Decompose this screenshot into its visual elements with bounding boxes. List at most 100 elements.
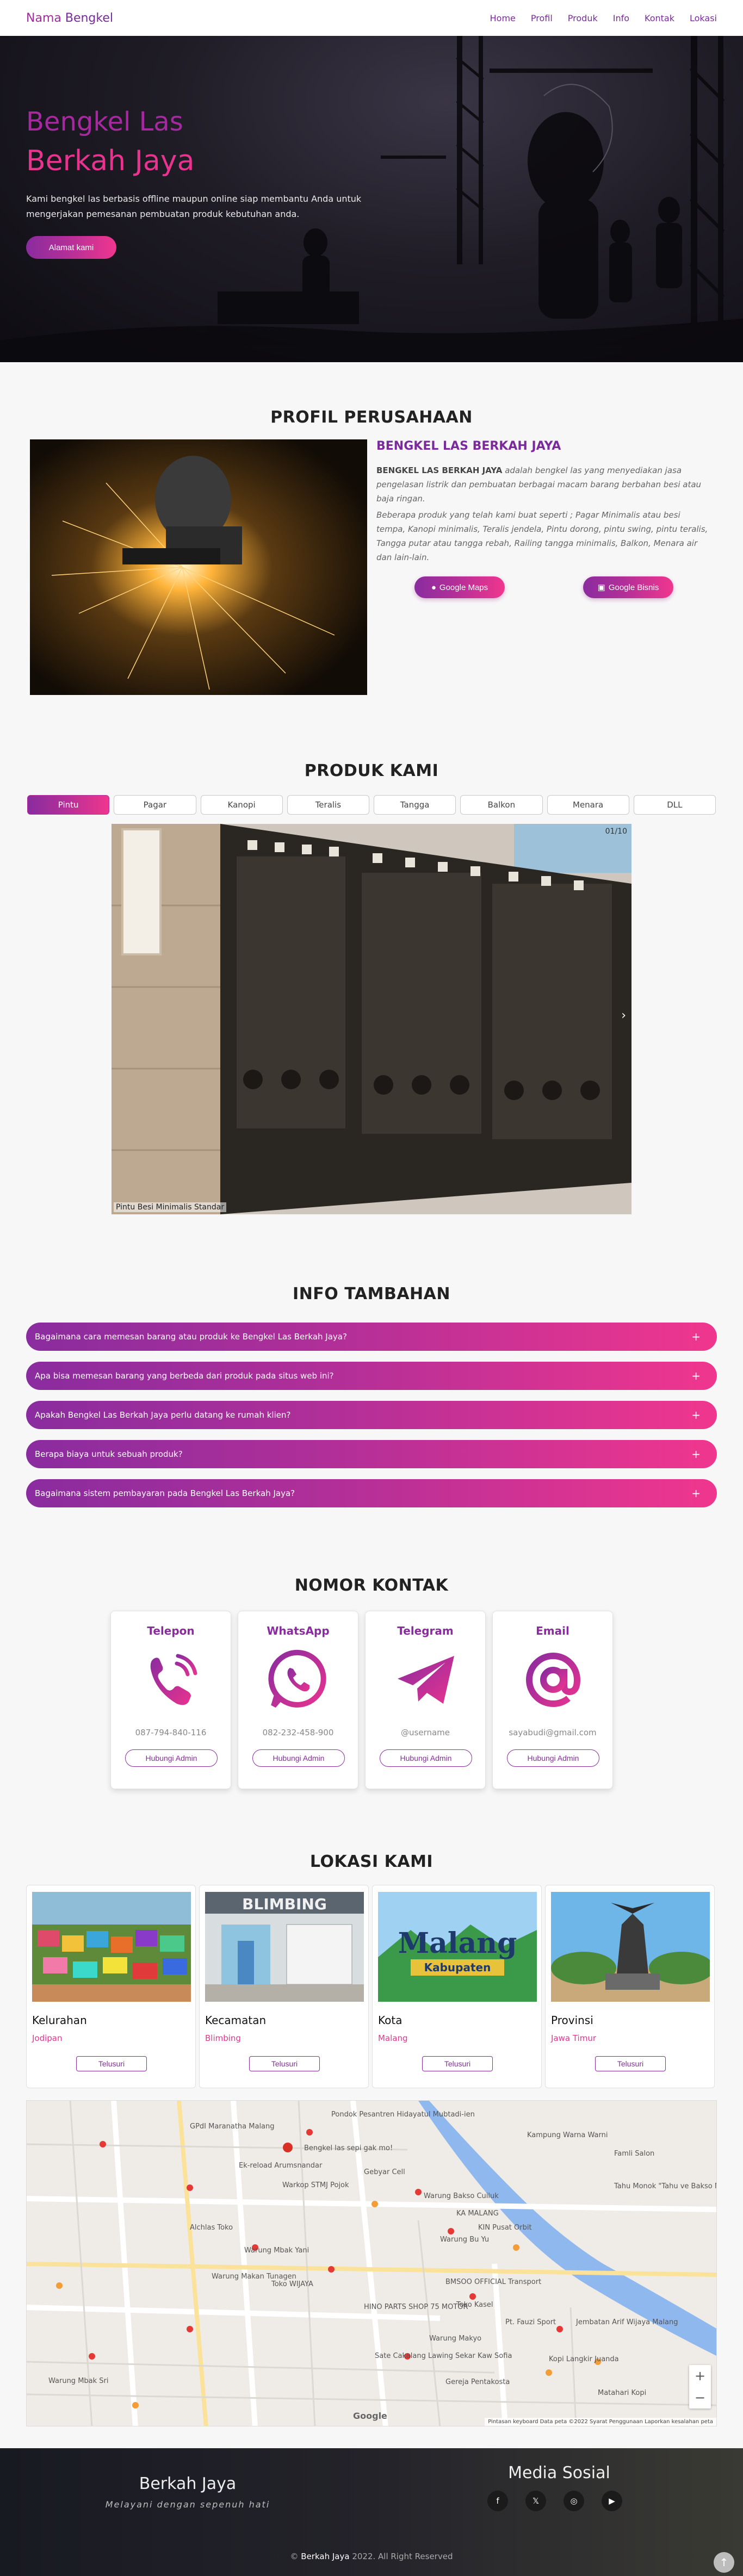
back-to-top-button[interactable]: ↑ (714, 2552, 734, 2573)
provinsi-image (551, 1892, 710, 2002)
google-maps-button[interactable]: ● Google Maps (414, 576, 505, 598)
brand-logo[interactable]: Nama Bengkel (26, 11, 113, 25)
faq-item[interactable]: Bagaimana cara memesan barang atau produ… (26, 1323, 717, 1351)
location-value: Jawa Timur (551, 2033, 596, 2043)
faq-question: Bagaimana sistem pembayaran pada Bengkel… (35, 1488, 295, 1498)
map-label: Sate Cakalang Lawing Sekar Kaw Sofia (375, 2352, 512, 2360)
contact-title: Telepon (147, 1624, 195, 1637)
facebook-icon[interactable]: f (487, 2491, 508, 2511)
tab-dll[interactable]: DLL (633, 795, 716, 815)
map-label: BMSOO OFFICIAL Transport (445, 2278, 542, 2286)
faq-item[interactable]: Bagaimana sistem pembayaran pada Bengkel… (26, 1479, 717, 1507)
nav-link-profil[interactable]: Profil (531, 13, 553, 23)
alamat-kami-button[interactable]: Alamat kami (26, 236, 116, 259)
brand-part2: Bengkel (65, 11, 113, 25)
instagram-icon[interactable]: ◎ (564, 2491, 584, 2511)
kecamatan-image: BLIMBING (205, 1892, 364, 2002)
nav-link-produk[interactable]: Produk (568, 13, 598, 23)
nav-link-kontak[interactable]: Kontak (645, 13, 674, 23)
map-label: Alchlas Toko (190, 2224, 233, 2232)
faq-question: Apa bisa memesan barang yang berbeda dar… (35, 1371, 334, 1381)
map-label: Toko Kasel (456, 2301, 493, 2309)
hubungi-admin-button[interactable]: Hubungi Admin (380, 1749, 472, 1767)
contact-card-telegram: Telegram @username Hubungi Admin (365, 1611, 486, 1789)
plus-icon: + (691, 1369, 701, 1382)
google-map-embed[interactable]: Pondok Pesantren Hidayatul Mubtadi-ien B… (26, 2100, 717, 2426)
location-card-kecamatan: BLIMBING Kecamatan Blimbing Telusuri (199, 1885, 369, 2088)
google-bisnis-button[interactable]: ▣ Google Bisnis (583, 576, 673, 598)
contact-card-telepon: Telepon 087-794-840-116 Hubungi Admin (110, 1611, 231, 1789)
telegram-icon (398, 1656, 454, 1704)
profil-paragraph-2: Beberapa produk yang telah kami buat sep… (376, 510, 708, 562)
contact-title: Telegram (397, 1624, 454, 1637)
faq-item[interactable]: Berapa biaya untuk sebuah produk? + (26, 1440, 717, 1468)
map-label: Warung Makyo (429, 2335, 482, 2343)
kota-sign-text: Malang (398, 1927, 517, 1960)
location-title: Provinsi (551, 2014, 593, 2027)
copyright-name: Berkah Jaya (301, 2552, 350, 2561)
kota-sub-text: Kabupaten (424, 1961, 491, 1974)
google-logo: Google (353, 2411, 387, 2421)
map-label: Famli Salon (614, 2150, 655, 2158)
hubungi-admin-button[interactable]: Hubungi Admin (252, 1749, 345, 1767)
map-label: Bengkel las sepi gak mo! (304, 2144, 393, 2152)
plus-icon: + (691, 1487, 701, 1500)
google-bisnis-label: Google Bisnis (608, 582, 659, 592)
twitter-icon[interactable]: 𝕏 (525, 2491, 546, 2511)
nav-link-lokasi[interactable]: Lokasi (690, 13, 717, 23)
phone-icon (150, 1654, 197, 1705)
contact-value: @username (401, 1728, 450, 1737)
faq-item[interactable]: Apakah Bengkel Las Berkah Jaya perlu dat… (26, 1401, 717, 1429)
tab-kanopi[interactable]: Kanopi (200, 795, 283, 815)
location-value: Malang (378, 2033, 408, 2043)
kontak-section-title: NOMOR KONTAK (294, 1576, 449, 1595)
footer-tagline: Melayani dengan sepenuh hati (105, 2499, 270, 2510)
telusuri-button[interactable]: Telusuri (76, 2056, 147, 2071)
tab-menara[interactable]: Menara (547, 795, 629, 815)
produk-carousel[interactable]: 01/10 › Pintu Besi Minimalis Standar (112, 824, 631, 1214)
kelurahan-image (32, 1892, 191, 2002)
faq-item[interactable]: Apa bisa memesan barang yang berbeda dar… (26, 1362, 717, 1390)
map-label: Warung Bu Yu (440, 2236, 490, 2244)
nav-link-home[interactable]: Home (490, 13, 516, 23)
youtube-icon[interactable]: ▶ (602, 2491, 622, 2511)
telusuri-button[interactable]: Telusuri (249, 2056, 320, 2071)
kecamatan-sign-text: BLIMBING (242, 1895, 327, 1913)
contact-value: sayabudi@gmail.com (509, 1728, 597, 1737)
telusuri-button[interactable]: Telusuri (595, 2056, 666, 2071)
carousel-next-icon[interactable]: › (621, 1009, 626, 1022)
tab-balkon[interactable]: Balkon (460, 795, 543, 815)
hero-title-line2: Berkah Jaya (26, 145, 195, 177)
hubungi-admin-button[interactable]: Hubungi Admin (507, 1749, 599, 1767)
map-label: Gereja Pentakosta (445, 2378, 510, 2386)
map-label: KA MALANG (456, 2209, 499, 2218)
whatsapp-icon (268, 1649, 326, 1708)
location-title: Kelurahan (32, 2014, 87, 2027)
tab-pintu[interactable]: Pintu (27, 795, 110, 815)
hubungi-admin-button[interactable]: Hubungi Admin (125, 1749, 218, 1767)
tab-tangga[interactable]: Tangga (374, 795, 456, 815)
nav-link-info[interactable]: Info (613, 13, 629, 23)
produk-tabs: Pintu Pagar Kanopi Teralis Tangga Balkon… (27, 795, 716, 815)
profil-paragraph-1: BENGKEL LAS BERKAH JAYA adalah bengkel l… (376, 463, 708, 506)
map-label: Jembatan Arif Wijaya Malang (576, 2318, 678, 2326)
tab-pagar[interactable]: Pagar (114, 795, 196, 815)
map-label: Kopi Langkir Juanda (549, 2355, 619, 2363)
zoom-in-button[interactable]: + (689, 2365, 711, 2387)
telusuri-button[interactable]: Telusuri (422, 2056, 493, 2071)
tab-teralis[interactable]: Teralis (287, 795, 369, 815)
contact-title: WhatsApp (267, 1624, 330, 1637)
map-label: KIN Pusat Orbit (478, 2224, 532, 2232)
footer-brand-name: Berkah Jaya (139, 2474, 237, 2493)
nav-links: Home Profil Produk Info Kontak Lokasi (490, 13, 717, 23)
map-attribution[interactable]: Pintasan keyboard Data peta ©2022 Syarat… (485, 2418, 716, 2426)
gate-product-image (112, 824, 631, 1214)
copyright-prefix: © (290, 2552, 301, 2561)
profil-welder-image (30, 439, 367, 695)
faq-question: Apakah Bengkel Las Berkah Jaya perlu dat… (35, 1410, 291, 1420)
copyright-suffix: 2022. All Right Reserved (349, 2552, 453, 2561)
location-title: Kota (378, 2014, 403, 2027)
location-title: Kecamatan (205, 2014, 267, 2027)
zoom-out-button[interactable]: − (689, 2387, 711, 2409)
location-card-kota: Malang Kabupaten Kota Malang Telusuri (372, 1885, 542, 2088)
